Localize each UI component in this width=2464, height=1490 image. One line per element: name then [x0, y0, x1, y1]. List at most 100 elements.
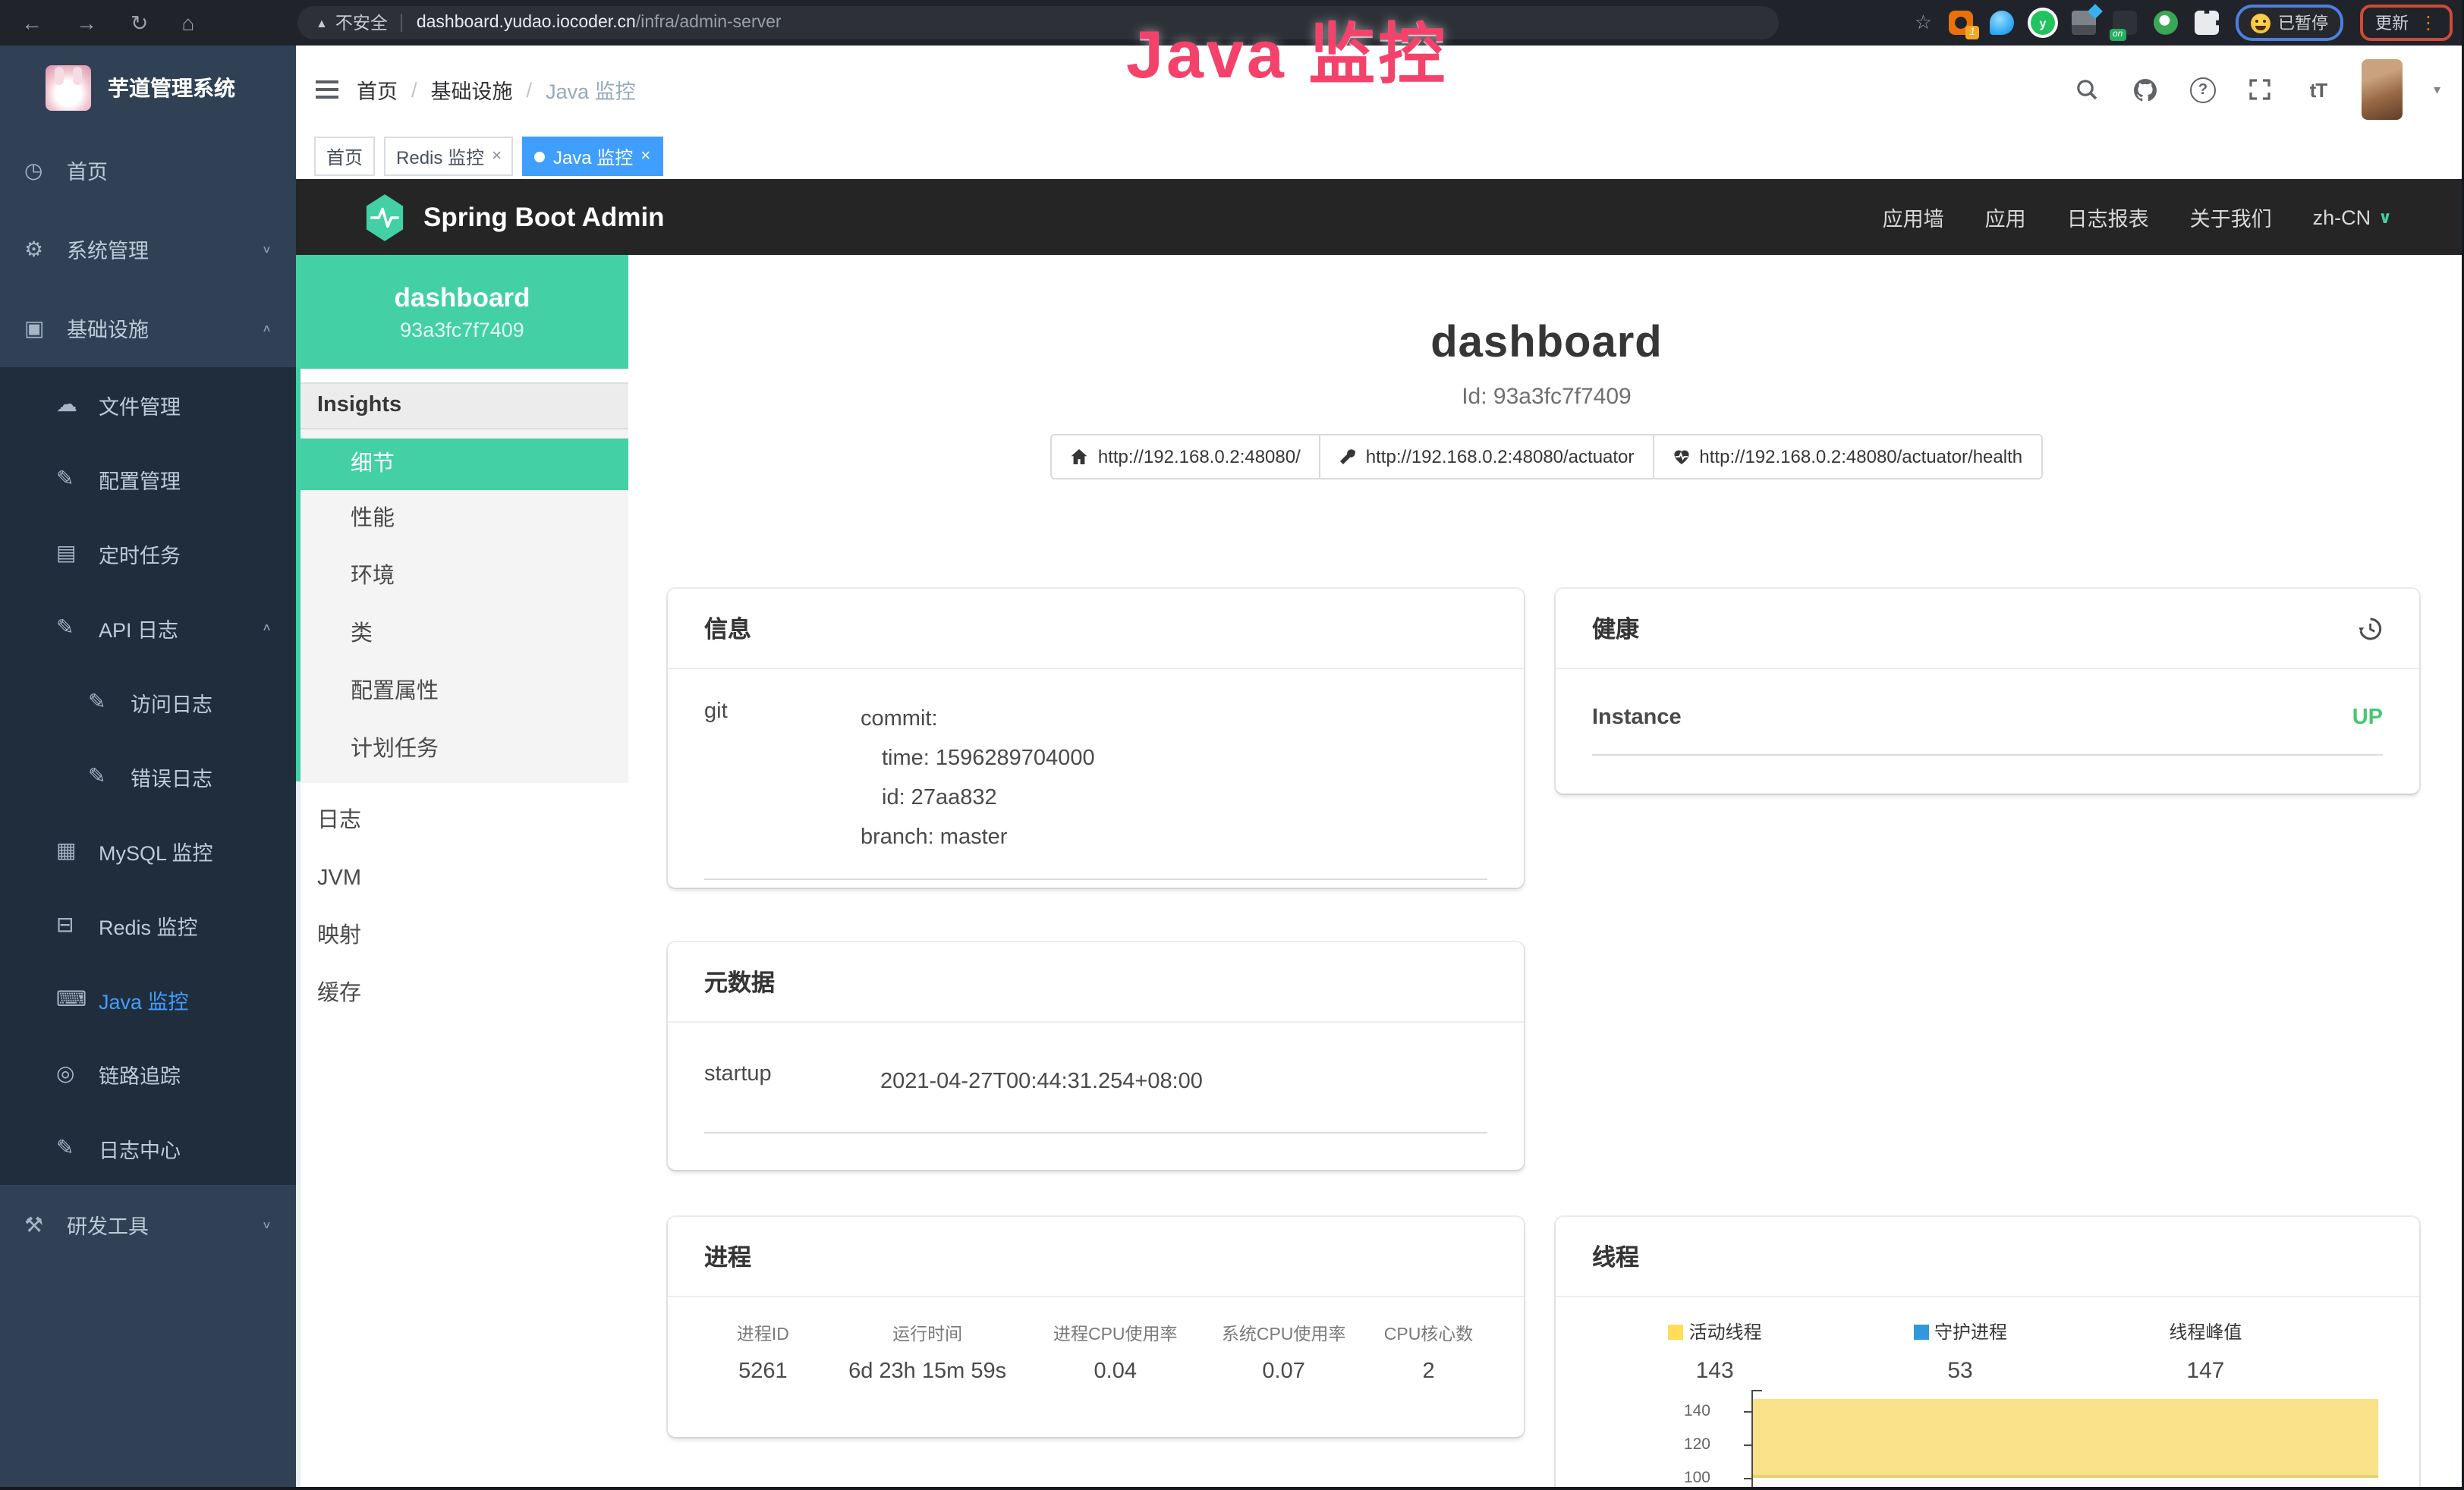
instance-name: dashboard — [395, 282, 530, 314]
threads-card-title: 线程 — [1556, 1217, 2419, 1297]
gauge-icon: ◷ — [24, 157, 67, 183]
threads-legend: 活动线程 143 守护进程 53 线程峰值 147 — [1592, 1319, 2328, 1384]
breadcrumb-home[interactable]: 首页 — [357, 74, 398, 105]
breadcrumb-infrastructure[interactable]: 基础设施 — [431, 74, 513, 105]
bookmark-star-icon[interactable]: ☆ — [1915, 11, 1932, 35]
active-dot-icon — [535, 151, 546, 162]
sidebar-item-dev-tools[interactable]: ⚒ 研发工具 ∨ — [0, 1185, 296, 1264]
sba-menu-caches[interactable]: 缓存 — [296, 965, 628, 1023]
health-history-icon[interactable] — [2357, 615, 2383, 641]
sba-menu-classes[interactable]: 类 — [296, 605, 628, 663]
browser-update-button[interactable]: 更新 ⋮ — [2360, 5, 2453, 41]
extension-pin-icon[interactable] — [1990, 11, 2014, 35]
list-icon: ▤ — [56, 540, 99, 566]
sba-nav-wallboard[interactable]: 应用墙 — [1883, 202, 1944, 232]
health-url-button[interactable]: http://192.168.0.2:48080/actuator/health — [1652, 434, 2042, 479]
sidebar-item-home[interactable]: ◷ 首页 — [0, 130, 296, 209]
sba-menu-jvm[interactable]: JVM — [296, 850, 628, 907]
sidebar-item-mysql-monitor[interactable]: ▦ MySQL 监控 — [0, 813, 296, 888]
sidebar-item-api-logs[interactable]: ✎ API 日志 ∧ — [0, 590, 296, 665]
home-icon — [1071, 448, 1089, 466]
process-card: 进程 进程ID 运行时间 进程CPU使用率 系统CPU使用率 CPU核心数 52… — [668, 1217, 1524, 1437]
breadcrumb-current: Java 监控 — [546, 74, 636, 105]
forward-icon[interactable]: → — [76, 11, 97, 35]
instance-id-subtitle: Id: 93a3fc7f7409 — [628, 384, 2464, 410]
sidebar-fold-icon[interactable] — [316, 80, 338, 99]
sba-menu-details[interactable]: 细节 — [296, 439, 628, 490]
sba-menu-metrics[interactable]: 性能 — [296, 490, 628, 548]
tab-java-monitor[interactable]: Java 监控 × — [523, 137, 662, 176]
val-system-cpu: 0.07 — [1197, 1360, 1370, 1384]
sba-menu-mappings[interactable]: 映射 — [296, 907, 628, 965]
address-bar[interactable]: ▲ 不安全 dashboard.yudao.iocoder.cn/infra/a… — [297, 6, 1779, 39]
edit-icon: ✎ — [88, 763, 131, 789]
ytick-120: 120 — [1650, 1435, 1710, 1454]
help-icon[interactable]: ? — [2189, 76, 2217, 103]
app-title: 芋道管理系统 — [108, 73, 235, 103]
extension-y-icon[interactable]: y — [2031, 11, 2055, 35]
user-menu-caret-icon[interactable]: ▾ — [2434, 81, 2440, 98]
actuator-url-button[interactable]: http://192.168.0.2:48080/actuator — [1319, 434, 1654, 479]
tab-home[interactable]: 首页 — [314, 137, 375, 176]
extensions-puzzle-icon[interactable] — [2195, 11, 2219, 35]
sidebar-item-log-center[interactable]: ✎ 日志中心 — [0, 1111, 296, 1185]
sidebar-item-file-mgmt[interactable]: ☁ 文件管理 — [0, 367, 296, 442]
sba-brand[interactable]: Spring Boot Admin — [296, 193, 665, 240]
database-icon: ▦ — [56, 838, 99, 863]
sidebar-item-java-monitor[interactable]: ⌨ Java 监控 — [0, 962, 296, 1036]
close-icon[interactable]: × — [492, 147, 502, 165]
sidebar-item-infrastructure[interactable]: ▣ 基础设施 ∧ — [0, 288, 296, 367]
gear-icon: ⚙ — [24, 236, 67, 262]
github-icon[interactable] — [2132, 76, 2159, 103]
chevron-up-icon: ∧ — [262, 621, 272, 634]
back-icon[interactable]: ← — [21, 11, 42, 35]
fullscreen-icon[interactable] — [2247, 76, 2274, 103]
sba-language-select[interactable]: zh-CN ∨ — [2313, 206, 2392, 228]
val-pid: 5261 — [704, 1360, 822, 1384]
cloud-icon: ☁ — [56, 391, 99, 417]
sidebar-item-error-logs[interactable]: ✎ 错误日志 — [0, 739, 296, 813]
user-avatar[interactable] — [2362, 59, 2403, 120]
font-size-icon[interactable]: tT — [2305, 76, 2332, 103]
sidebar-item-config-mgmt[interactable]: ✎ 配置管理 — [0, 442, 296, 516]
paused-chip[interactable]: 已暂停 — [2236, 5, 2343, 41]
val-cpu-cores: 2 — [1370, 1360, 1487, 1384]
extension-on-icon[interactable]: on — [2113, 11, 2137, 35]
info-card-title: 信息 — [668, 589, 1524, 669]
service-url-button[interactable]: http://192.168.0.2:48080/ — [1051, 434, 1320, 479]
sba-instance-header[interactable]: dashboard 93a3fc7f7409 — [296, 255, 628, 369]
sidebar-item-tracing[interactable]: ◎ 链路追踪 — [0, 1036, 296, 1111]
live-threads-value: 143 — [1592, 1358, 1837, 1384]
home-icon[interactable]: ⌂ — [181, 11, 194, 35]
extension-colorzilla-icon[interactable]: 1 — [1949, 11, 1973, 35]
sidebar-item-access-logs[interactable]: ✎ 访问日志 — [0, 665, 296, 739]
metadata-card-title: 元数据 — [668, 942, 1524, 1023]
sba-menu-config-props[interactable]: 配置属性 — [296, 663, 628, 721]
sba-navbar: Spring Boot Admin 应用墙 应用 日志报表 关于我们 zh-CN… — [296, 179, 2464, 255]
git-branch-line: branch: master — [861, 818, 1095, 857]
sidebar-item-redis-monitor[interactable]: ⊟ Redis 监控 — [0, 888, 296, 962]
sba-content: dashboard Id: 93a3fc7f7409 http://192.16… — [628, 255, 2464, 1490]
close-icon[interactable]: × — [640, 147, 650, 165]
tab-redis-monitor[interactable]: Redis 监控 × — [384, 137, 514, 176]
reload-icon[interactable]: ↻ — [131, 10, 148, 36]
sba-nav-journal[interactable]: 日志报表 — [2067, 202, 2149, 232]
browser-menu-icon[interactable]: ⋮ — [2419, 12, 2437, 33]
sba-menu-scheduled-tasks[interactable]: 计划任务 — [296, 721, 628, 778]
sba-nav-applications[interactable]: 应用 — [1985, 202, 2026, 232]
legend-blue-square-icon — [1913, 1325, 1928, 1340]
search-icon[interactable] — [2074, 76, 2101, 103]
breadcrumb-separator: / — [527, 78, 533, 101]
sba-nav-about[interactable]: 关于我们 — [2190, 202, 2272, 232]
info-card: 信息 git commit: time: 1596289704000 id: 2… — [668, 589, 1524, 888]
extension-magnifier-icon[interactable] — [2154, 11, 2178, 35]
eye-icon: ◎ — [56, 1061, 99, 1086]
sba-menu-environment[interactable]: 环境 — [296, 548, 628, 605]
git-key: git — [704, 699, 861, 857]
extension-grid-icon[interactable] — [2072, 11, 2096, 35]
app-logo-rabbit-avatar — [46, 65, 91, 111]
sba-menu-logs[interactable]: 日志 — [296, 792, 628, 850]
sidebar-item-scheduled-jobs[interactable]: ▤ 定时任务 — [0, 516, 296, 590]
screen: ← → ↻ ⌂ ▲ 不安全 dashboard.yudao.iocoder.cn… — [0, 0, 2464, 1490]
sidebar-item-system-mgmt[interactable]: ⚙ 系统管理 ∨ — [0, 209, 296, 288]
